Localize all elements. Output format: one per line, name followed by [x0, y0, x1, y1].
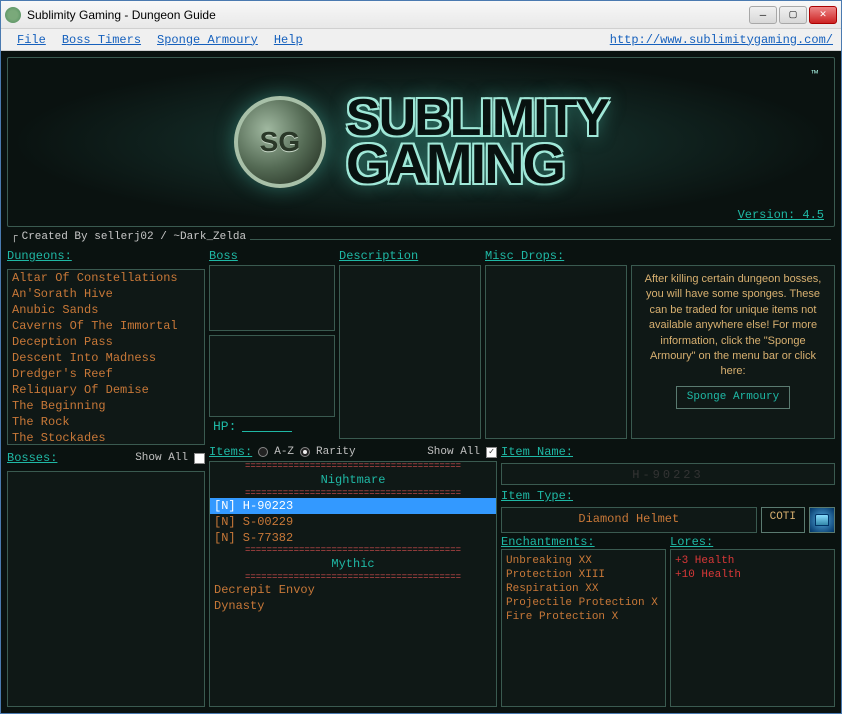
hp-row: HP:	[209, 417, 335, 436]
titlebar: Sublimity Gaming - Dungeon Guide ─ ▢ ✕	[1, 1, 841, 29]
banner: SUBLIMITY GAMING ™ Version: 4.5	[7, 57, 835, 227]
list-item[interactable]: Dynasty	[210, 598, 496, 614]
credits-row: ┌Created By sellerj02 / ~Dark_Zelda	[7, 231, 835, 243]
rarity-header: Nightmare	[210, 471, 496, 489]
menu-file[interactable]: File	[9, 31, 54, 49]
bosses-list[interactable]	[7, 471, 205, 707]
list-item[interactable]: [N] S-77382	[210, 530, 496, 546]
menu-help[interactable]: Help	[266, 31, 311, 49]
helmet-icon	[815, 514, 829, 526]
enchantments-box: Unbreaking XXProtection XIIIRespiration …	[501, 549, 666, 707]
lores-label: Lores:	[670, 535, 835, 549]
boss-label: Boss	[209, 249, 238, 263]
items-label: Items:	[209, 445, 252, 459]
list-item[interactable]: Anubic Sands	[8, 302, 204, 318]
list-item[interactable]: The Stockades	[8, 430, 204, 445]
item-type-label: Item Type:	[501, 489, 573, 503]
list-item[interactable]: [N] H-90223	[210, 498, 496, 514]
window-controls: ─ ▢ ✕	[749, 6, 837, 24]
items-list[interactable]: ========================================…	[209, 461, 497, 707]
info-box: After killing certain dungeon bosses, yo…	[631, 265, 835, 439]
close-button[interactable]: ✕	[809, 6, 837, 24]
menu-boss-timers[interactable]: Boss Timers	[54, 31, 149, 49]
item-name-label: Item Name:	[501, 445, 573, 459]
app-window: Sublimity Gaming - Dungeon Guide ─ ▢ ✕ F…	[0, 0, 842, 714]
sponge-armoury-button[interactable]: Sponge Armoury	[676, 386, 790, 409]
maximize-button[interactable]: ▢	[779, 6, 807, 24]
list-item[interactable]: Dredger's Reef	[8, 366, 204, 382]
description-box	[339, 265, 481, 439]
boss-name-box	[209, 265, 335, 331]
app-icon	[5, 7, 21, 23]
list-item[interactable]: Caverns Of The Immortal	[8, 318, 204, 334]
dungeons-list[interactable]: Altar Of ConstellationsAn'Sorath HiveAnu…	[7, 269, 205, 445]
bosses-label: Bosses:	[7, 451, 57, 465]
enchantments-label: Enchantments:	[501, 535, 666, 549]
misc-drops-label: Misc Drops:	[485, 249, 564, 263]
menubar: File Boss Timers Sponge Armoury Help htt…	[1, 29, 841, 51]
trademark-icon: ™	[811, 70, 818, 82]
item-type-box: Diamond Helmet	[501, 507, 757, 533]
content-area: SUBLIMITY GAMING ™ Version: 4.5 ┌Created…	[1, 51, 841, 713]
items-show-all-checkbox[interactable]	[486, 447, 497, 458]
sort-rarity-radio[interactable]	[300, 447, 310, 457]
boss-image-box	[209, 335, 335, 417]
list-item[interactable]: The Rock	[8, 414, 204, 430]
list-item[interactable]: [N] S-00229	[210, 514, 496, 530]
bosses-show-all-checkbox[interactable]	[194, 453, 205, 464]
rarity-header: Mythic	[210, 555, 496, 573]
version-label: Version: 4.5	[738, 208, 824, 222]
minimize-button[interactable]: ─	[749, 6, 777, 24]
list-item[interactable]: Decrepit Envoy	[210, 582, 496, 598]
website-link[interactable]: http://www.sublimitygaming.com/	[610, 33, 833, 47]
logo-icon	[234, 96, 326, 188]
item-name-box: H-90223	[501, 463, 835, 485]
list-item[interactable]: The Beginning	[8, 398, 204, 414]
list-item[interactable]: Descent Into Madness	[8, 350, 204, 366]
dungeons-label: Dungeons:	[7, 249, 72, 263]
item-slot-icon	[809, 507, 835, 533]
bosses-show-all-label: Show All	[135, 452, 188, 464]
sort-az-radio[interactable]	[258, 447, 268, 457]
list-item[interactable]: Altar Of Constellations	[8, 270, 204, 286]
list-item[interactable]: Deception Pass	[8, 334, 204, 350]
banner-text: SUBLIMITY GAMING	[346, 96, 608, 188]
coti-button[interactable]: COTI	[761, 507, 805, 533]
lores-box: +3 Health+10 Health	[670, 549, 835, 707]
menu-sponge-armoury[interactable]: Sponge Armoury	[149, 31, 266, 49]
hp-value	[242, 422, 292, 432]
misc-drops-box	[485, 265, 627, 439]
description-label: Description	[339, 249, 418, 263]
list-item[interactable]: Reliquary Of Demise	[8, 382, 204, 398]
window-title: Sublimity Gaming - Dungeon Guide	[27, 8, 749, 22]
list-item[interactable]: An'Sorath Hive	[8, 286, 204, 302]
